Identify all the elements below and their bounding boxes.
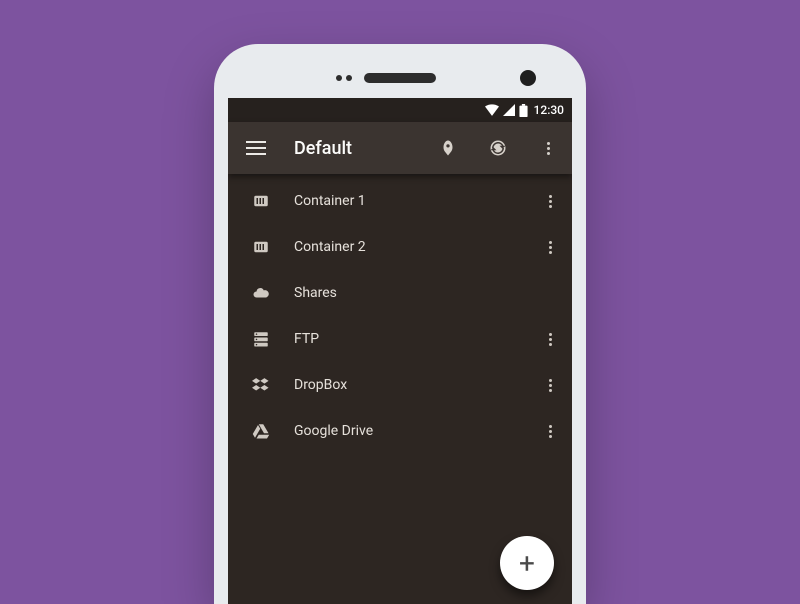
- rocket-icon: [439, 139, 457, 157]
- status-bar: 12:30: [228, 98, 572, 122]
- status-clock: 12:30: [534, 103, 564, 117]
- item-overflow-button[interactable]: [538, 379, 562, 392]
- list-item-label: FTP: [294, 331, 516, 347]
- menu-button[interactable]: [240, 132, 272, 164]
- list-item[interactable]: Shares: [228, 270, 572, 316]
- add-fab[interactable]: +: [500, 536, 554, 590]
- phone-frame: 12:30 Default Contain: [214, 44, 586, 604]
- front-camera: [520, 70, 536, 86]
- rocket-button[interactable]: [432, 132, 464, 164]
- sync-button[interactable]: [482, 132, 514, 164]
- list-item[interactable]: Container 1: [228, 178, 572, 224]
- list-item[interactable]: DropBox: [228, 362, 572, 408]
- more-vert-icon: [549, 333, 552, 346]
- more-vert-icon: [549, 195, 552, 208]
- more-vert-icon: [547, 142, 550, 155]
- list-item-label: Shares: [294, 285, 516, 301]
- phone-speaker-row: [228, 58, 572, 98]
- gdrive-icon: [250, 422, 272, 440]
- list-item-label: Container 1: [294, 193, 516, 209]
- dropbox-icon: [250, 376, 272, 394]
- hamburger-icon: [246, 141, 266, 155]
- list-item[interactable]: Google Drive: [228, 408, 572, 454]
- list-item-label: Container 2: [294, 239, 516, 255]
- item-overflow-button[interactable]: [538, 333, 562, 346]
- more-vert-icon: [549, 241, 552, 254]
- earpiece: [364, 73, 436, 83]
- battery-icon: [519, 104, 528, 117]
- appbar-title: Default: [294, 138, 414, 159]
- item-overflow-button[interactable]: [538, 241, 562, 254]
- container-icon: [250, 238, 272, 256]
- plus-icon: +: [519, 547, 535, 580]
- list-item-label: DropBox: [294, 377, 516, 393]
- container-icon: [250, 192, 272, 210]
- list-item[interactable]: FTP: [228, 316, 572, 362]
- app-bar: Default: [228, 122, 572, 174]
- storage-list: Container 1 Container 2 Shares FTP DropBox Go…: [228, 174, 572, 454]
- proximity-sensors: [336, 75, 352, 81]
- more-vert-icon: [549, 425, 552, 438]
- phone-screen: 12:30 Default Contain: [228, 98, 572, 604]
- sync-icon: [489, 139, 507, 157]
- item-overflow-button[interactable]: [538, 195, 562, 208]
- wifi-icon: [485, 104, 499, 116]
- overflow-button[interactable]: [532, 132, 564, 164]
- server-icon: [250, 330, 272, 348]
- cloud-icon: [250, 284, 272, 302]
- more-vert-icon: [549, 379, 552, 392]
- cell-signal-icon: [503, 104, 515, 116]
- item-overflow-button[interactable]: [538, 425, 562, 438]
- list-item-label: Google Drive: [294, 423, 516, 439]
- list-item[interactable]: Container 2: [228, 224, 572, 270]
